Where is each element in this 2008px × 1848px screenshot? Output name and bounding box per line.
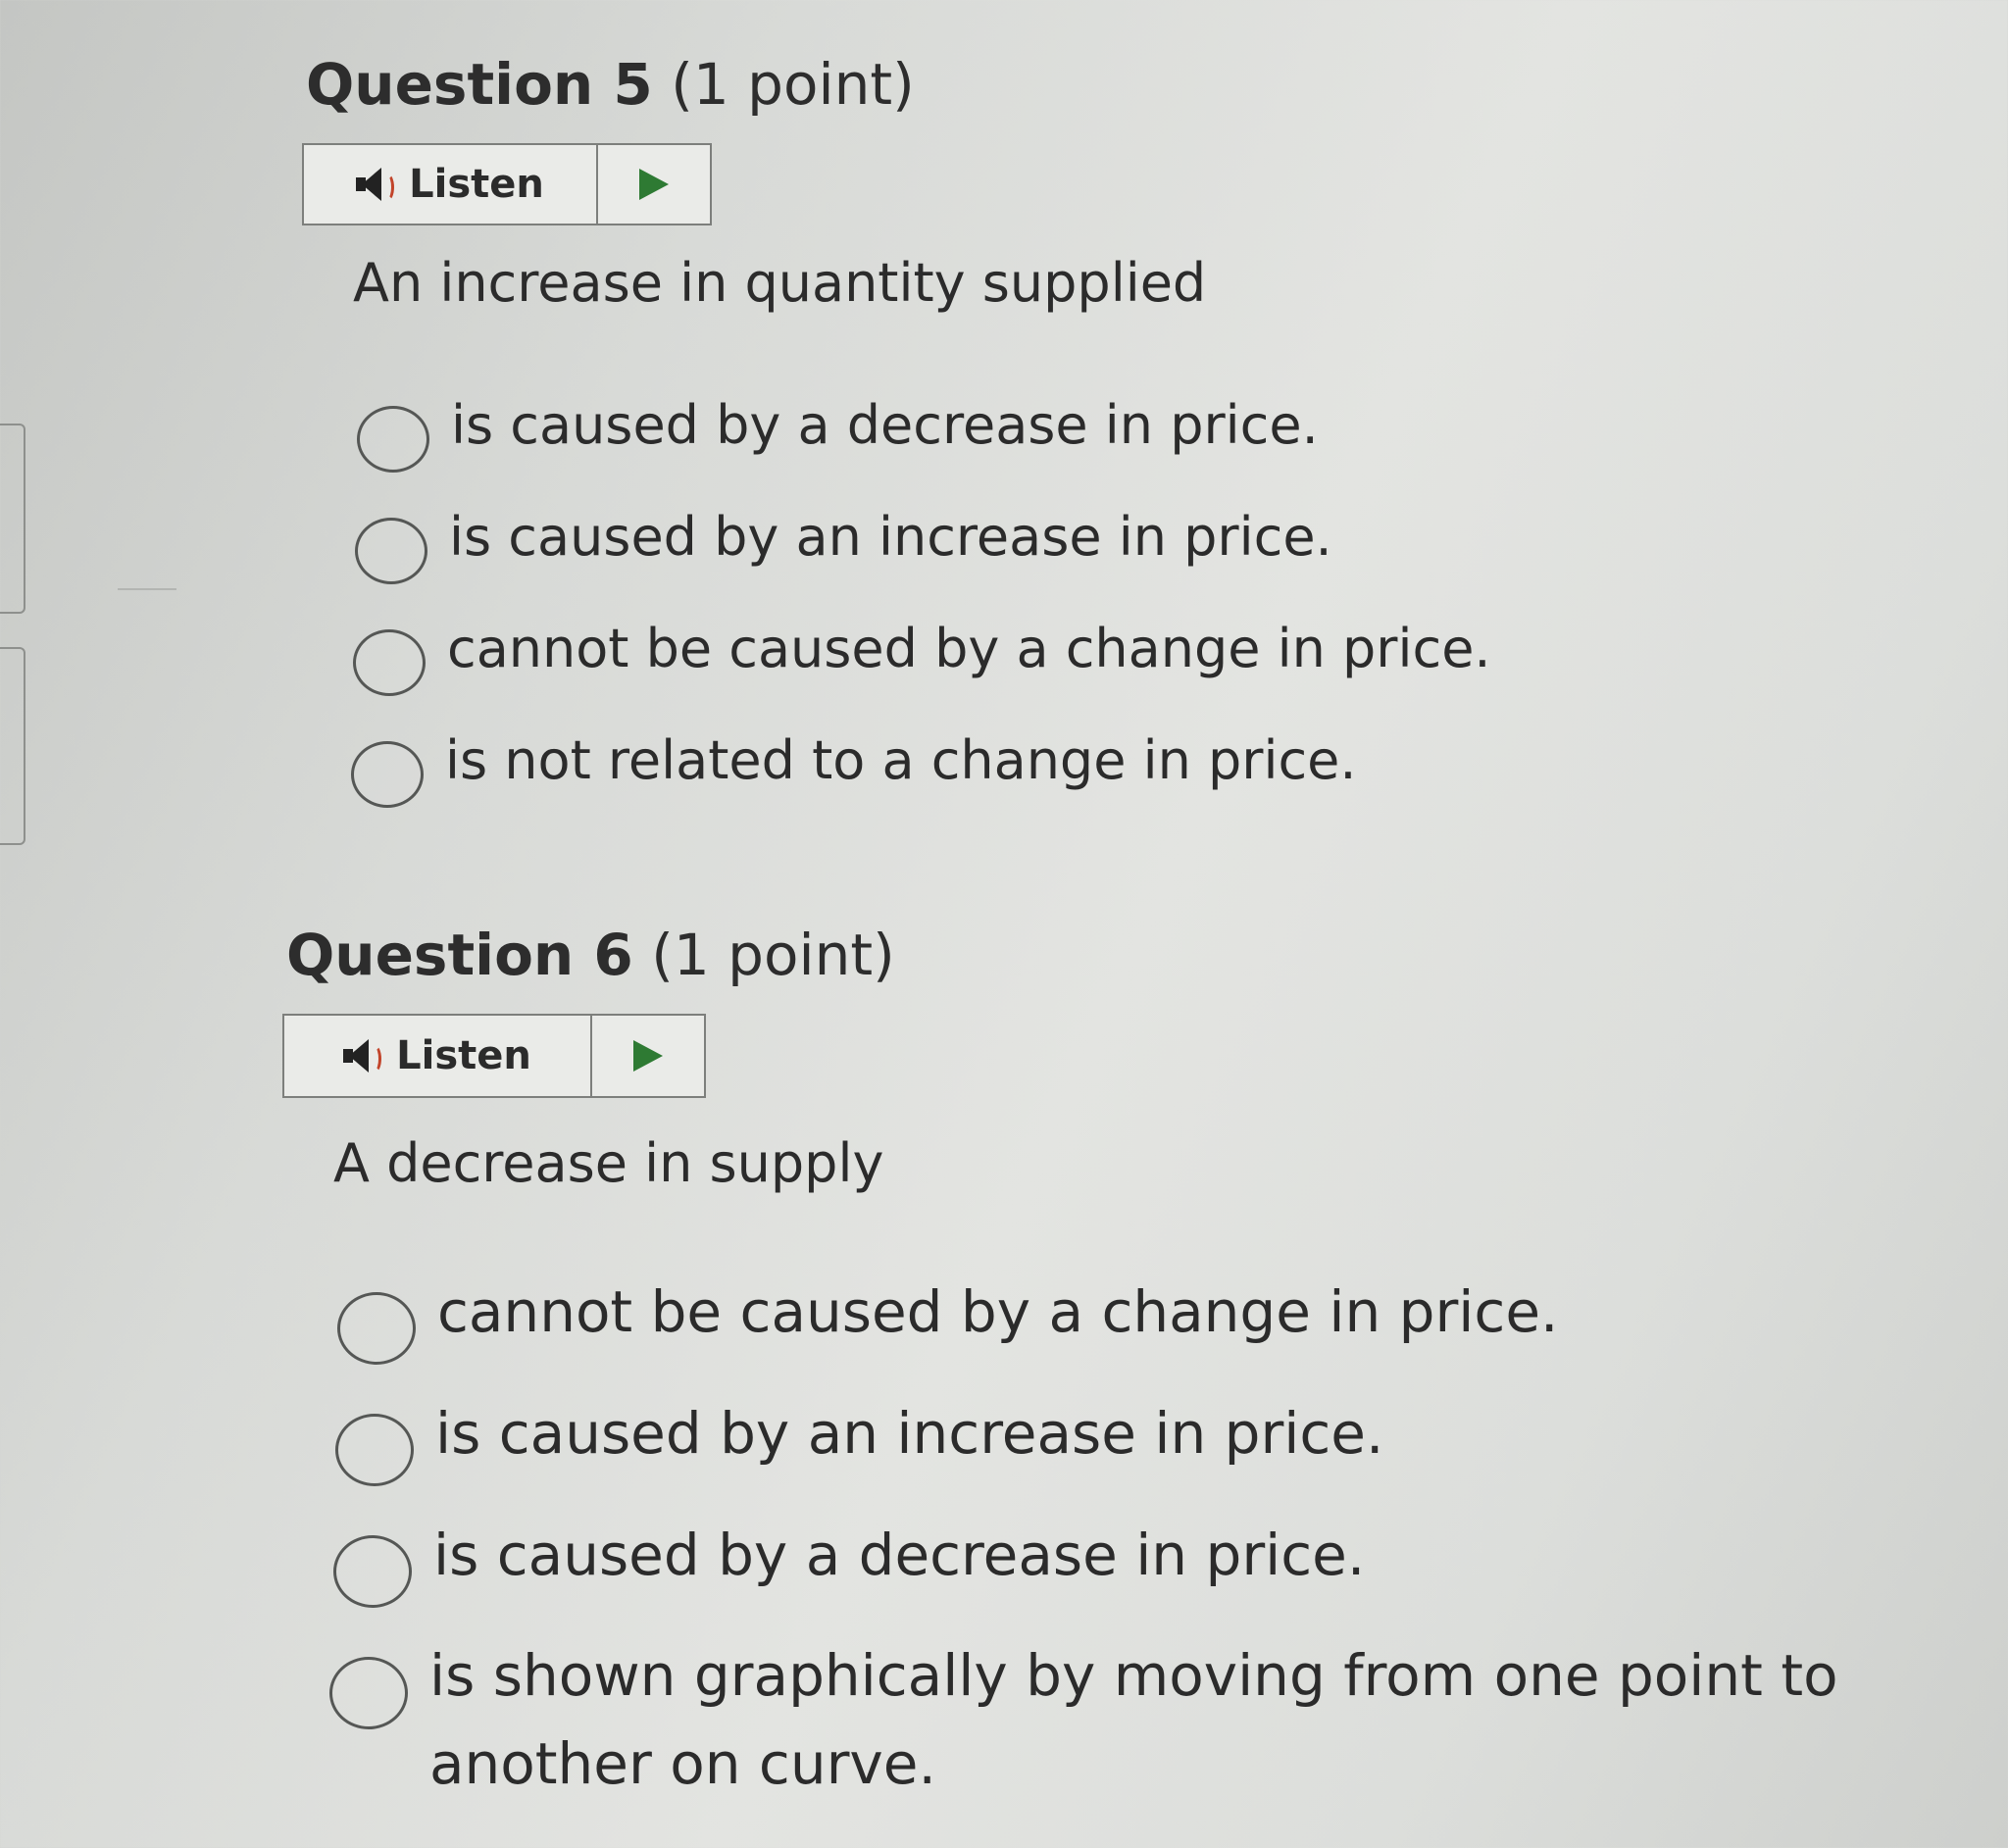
answer-option[interactable]: cannot be caused by a change in price. xyxy=(353,618,1491,696)
left-edge-frame xyxy=(0,647,25,845)
radio-empty-icon[interactable] xyxy=(353,629,426,696)
question-title: Question 6 (1 point) xyxy=(286,922,895,988)
left-edge-frame xyxy=(0,424,25,614)
answer-option[interactable]: is shown graphically by moving from one … xyxy=(329,1642,2008,1808)
answer-option-label: is caused by a decrease in price. xyxy=(433,1522,1366,1588)
answer-option[interactable]: is caused by an increase in price. xyxy=(335,1400,1383,1486)
question-number: Question 6 xyxy=(286,922,633,988)
answer-option-label: is caused by a decrease in price. xyxy=(451,394,1319,456)
answer-option-label: is caused by an increase in price. xyxy=(449,506,1332,568)
question-number: Question 5 xyxy=(306,51,653,118)
question-points: (1 point) xyxy=(671,51,915,118)
speaker-icon xyxy=(356,168,397,201)
radio-empty-icon[interactable] xyxy=(329,1657,408,1729)
question-title: Question 5 (1 point) xyxy=(306,51,915,118)
answer-option-label: is caused by an increase in price. xyxy=(435,1400,1384,1467)
play-icon xyxy=(633,1040,663,1072)
radio-empty-icon[interactable] xyxy=(335,1414,414,1486)
answer-option[interactable]: is not related to a change in price. xyxy=(351,729,1357,808)
answer-option-label: cannot be caused by a change in price. xyxy=(437,1278,1559,1345)
divider xyxy=(118,588,176,590)
listen-button[interactable]: Listen xyxy=(304,145,598,224)
listen-button[interactable]: Listen xyxy=(284,1016,592,1096)
question-prompt: An increase in quantity supplied xyxy=(353,252,1207,314)
listen-widget: Listen xyxy=(282,1014,706,1098)
question-prompt: A decrease in supply xyxy=(333,1132,884,1194)
speaker-icon xyxy=(343,1039,384,1073)
play-button[interactable] xyxy=(598,145,710,224)
radio-empty-icon[interactable] xyxy=(355,518,427,584)
question-points: (1 point) xyxy=(651,922,895,988)
listen-widget: Listen xyxy=(302,143,712,225)
radio-empty-icon[interactable] xyxy=(337,1292,416,1365)
listen-label: Listen xyxy=(409,162,544,207)
listen-label: Listen xyxy=(396,1033,531,1078)
answer-option[interactable]: is caused by an increase in price. xyxy=(355,506,1332,584)
play-icon xyxy=(639,169,669,200)
answer-option-label: is not related to a change in price. xyxy=(445,729,1357,791)
answer-option[interactable]: is caused by a decrease in price. xyxy=(357,394,1319,473)
radio-empty-icon[interactable] xyxy=(357,406,429,473)
answer-option[interactable]: cannot be caused by a change in price. xyxy=(337,1278,1558,1365)
answer-option-label: cannot be caused by a change in price. xyxy=(447,618,1491,679)
play-button[interactable] xyxy=(592,1016,704,1096)
radio-empty-icon[interactable] xyxy=(351,741,424,808)
radio-empty-icon[interactable] xyxy=(333,1535,412,1608)
answer-option-label: is shown graphically by moving from one … xyxy=(429,1642,1838,1797)
answer-option[interactable]: is caused by a decrease in price. xyxy=(333,1522,1365,1608)
